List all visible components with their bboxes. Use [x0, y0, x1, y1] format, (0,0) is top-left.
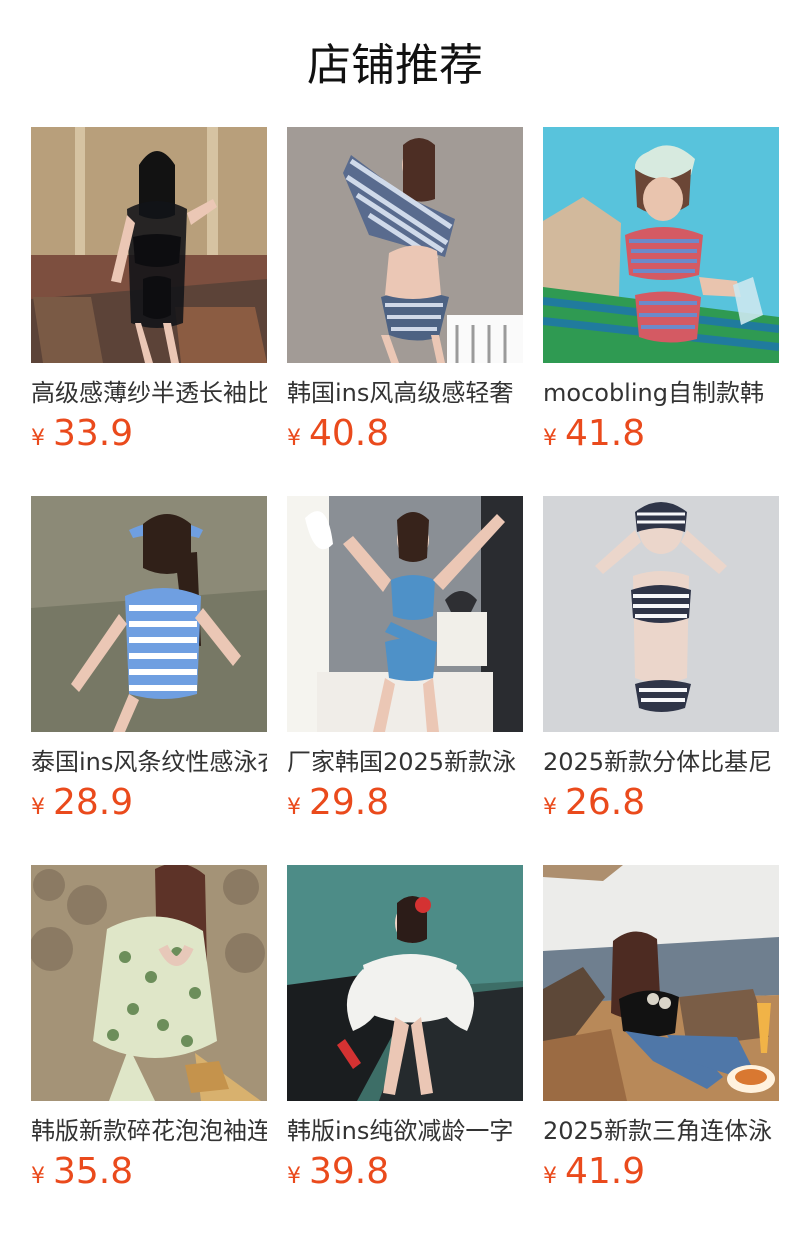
product-price: ¥41.9 — [543, 1151, 779, 1193]
product-image-art — [543, 496, 779, 732]
product-name[interactable]: 厂家韩国2025新款泳 — [287, 748, 523, 777]
product-price: ¥28.9 — [31, 782, 267, 824]
currency-symbol: ¥ — [543, 1164, 557, 1189]
price-value: 41.9 — [565, 1151, 646, 1192]
product-image-art — [543, 865, 779, 1101]
product-image[interactable] — [287, 496, 523, 732]
product-image-art — [31, 127, 267, 363]
product-image-art — [287, 127, 523, 363]
product-card[interactable]: 韩版新款碎花泡泡袖连衣 ¥35.8 — [31, 865, 267, 1234]
product-price: ¥40.8 — [287, 413, 523, 455]
price-value: 26.8 — [565, 782, 646, 823]
currency-symbol: ¥ — [543, 426, 557, 451]
product-image[interactable] — [287, 127, 523, 363]
price-value: 28.9 — [53, 782, 134, 823]
product-name[interactable]: 2025新款三角连体泳 — [543, 1117, 779, 1146]
product-image-art — [31, 496, 267, 732]
price-value: 41.8 — [565, 413, 646, 454]
product-card[interactable]: 高级感薄纱半透长袖比基尼 ¥33.9 — [31, 127, 267, 496]
product-image[interactable] — [543, 496, 779, 732]
product-image[interactable] — [31, 865, 267, 1101]
product-image[interactable] — [543, 865, 779, 1101]
section-title: 店铺推荐 — [307, 40, 483, 91]
product-price: ¥29.8 — [287, 782, 523, 824]
product-image[interactable] — [31, 496, 267, 732]
currency-symbol: ¥ — [31, 1164, 45, 1189]
product-card[interactable]: mocobling自制款韩 ¥41.8 — [543, 127, 779, 496]
product-price: ¥35.8 — [31, 1151, 267, 1193]
product-name[interactable]: 高级感薄纱半透长袖比基尼 — [31, 379, 267, 408]
product-image[interactable] — [543, 127, 779, 363]
product-grid: 高级感薄纱半透长袖比基尼 ¥33.9 — [31, 127, 779, 1234]
product-image[interactable] — [31, 127, 267, 363]
product-card[interactable]: 2025新款分体比基尼 ¥26.8 — [543, 496, 779, 865]
product-name[interactable]: mocobling自制款韩 — [543, 379, 779, 408]
product-image-art — [287, 865, 523, 1101]
product-card[interactable]: 韩版ins纯欲减龄一字 ¥39.8 — [287, 865, 523, 1234]
currency-symbol: ¥ — [287, 795, 301, 820]
shop-recommendation-page: 店铺推荐 高级感薄纱半透长袖比 ¥ 33.9 韩国ins风高级感轻奢 ¥ 40.… — [0, 0, 790, 1236]
currency-symbol: ¥ — [31, 426, 45, 451]
product-image-art — [31, 865, 267, 1101]
product-card[interactable]: 韩国ins风高级感轻奢 ¥40.8 — [287, 127, 523, 496]
product-name[interactable]: 泰国ins风条纹性感泳衣 — [31, 748, 267, 777]
price-value: 39.8 — [309, 1151, 390, 1192]
price-value: 29.8 — [309, 782, 390, 823]
product-price: ¥39.8 — [287, 1151, 523, 1193]
currency-symbol: ¥ — [31, 795, 45, 820]
price-value: 35.8 — [53, 1151, 134, 1192]
product-name[interactable]: 韩国ins风高级感轻奢 — [287, 379, 523, 408]
product-image-art — [287, 496, 523, 732]
product-name[interactable]: 2025新款分体比基尼 — [543, 748, 779, 777]
product-price: ¥41.8 — [543, 413, 779, 455]
price-value: 40.8 — [309, 413, 390, 454]
price-value: 33.9 — [53, 413, 134, 454]
product-card[interactable]: 厂家韩国2025新款泳 ¥29.8 — [287, 496, 523, 865]
product-name[interactable]: 韩版新款碎花泡泡袖连衣 — [31, 1117, 267, 1146]
currency-symbol: ¥ — [287, 426, 301, 451]
product-image[interactable] — [287, 865, 523, 1101]
product-price: ¥26.8 — [543, 782, 779, 824]
product-image-art — [543, 127, 779, 363]
product-card[interactable]: 泰国ins风条纹性感泳衣 ¥28.9 — [31, 496, 267, 865]
currency-symbol: ¥ — [543, 795, 557, 820]
product-name[interactable]: 韩版ins纯欲减龄一字 — [287, 1117, 523, 1146]
product-card[interactable]: 2025新款三角连体泳 ¥41.9 — [543, 865, 779, 1234]
product-price: ¥33.9 — [31, 413, 267, 455]
currency-symbol: ¥ — [287, 1164, 301, 1189]
